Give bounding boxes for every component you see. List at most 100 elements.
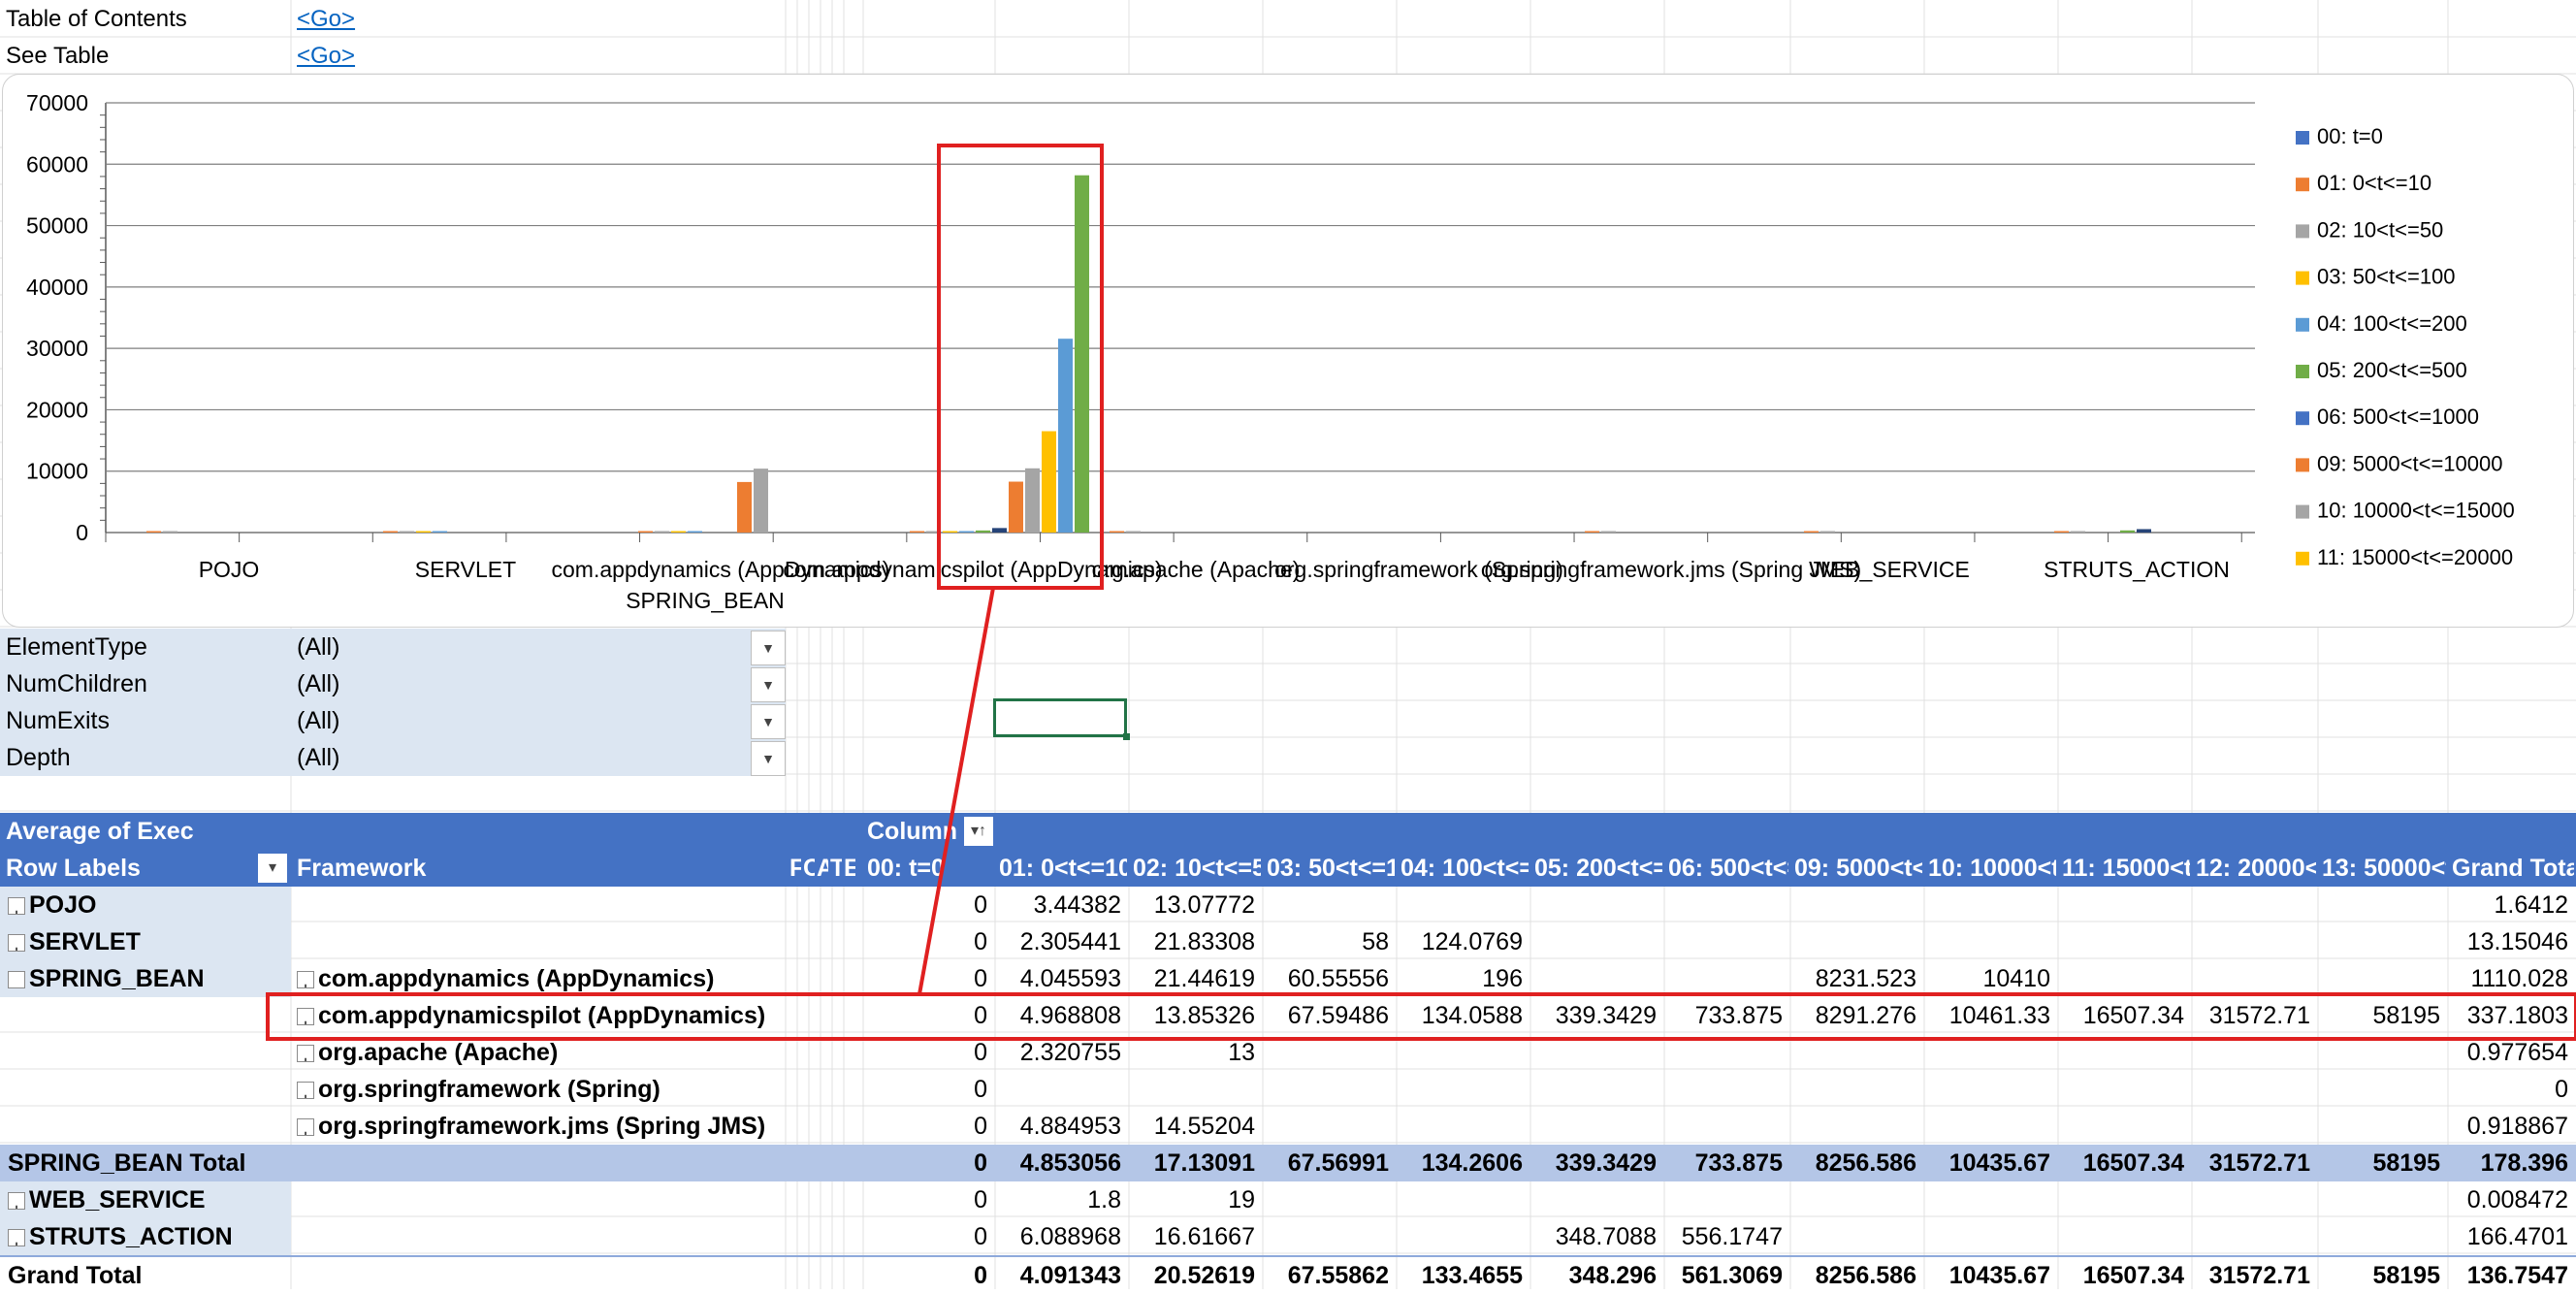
see-table-go-link[interactable]: <Go> (297, 38, 355, 75)
bar[interactable] (992, 528, 1007, 533)
column-header[interactable]: 02: 10<t<=50 (1133, 850, 1261, 887)
bar[interactable] (2137, 529, 2151, 533)
filter-dropdown-button[interactable]: ▼ (751, 704, 786, 739)
bar[interactable] (1585, 531, 1599, 534)
legend-entry[interactable]: 06: 500<t<=1000 (2317, 404, 2479, 429)
row-label[interactable]: SPRING_BEAN Total (0, 1145, 291, 1181)
chart-area[interactable]: 0 10000 20000 30000 40000 50000 60000 70000 POJO… (2, 74, 2574, 628)
bar[interactable] (655, 531, 669, 534)
expand-icon[interactable]: + (297, 971, 314, 989)
bar[interactable] (1009, 481, 1023, 533)
bar[interactable] (1804, 531, 1819, 534)
column-header[interactable]: 11: 15000<t<=20000 (2062, 850, 2190, 887)
value-cell: 8231.523 (1815, 965, 1916, 992)
expand-icon[interactable]: + (297, 1045, 314, 1063)
bar[interactable] (433, 531, 447, 534)
pivot-value-field[interactable]: Average of Exec (6, 813, 287, 850)
bar[interactable] (2054, 531, 2069, 534)
bar[interactable] (416, 531, 431, 534)
row-label[interactable]: +STRUTS_ACTION (0, 1218, 291, 1255)
column-header[interactable]: 06: 500<t<=1000 (1668, 850, 1788, 887)
expand-icon[interactable]: + (8, 934, 25, 953)
filter-dropdown-button[interactable]: ▼ (751, 667, 786, 702)
row-label[interactable]: Grand Total (0, 1257, 291, 1294)
bar[interactable] (688, 531, 702, 534)
column-header[interactable]: 03: 50<t<=100 (1267, 850, 1395, 887)
filter-label: ElementType (6, 633, 147, 661)
framework-label[interactable]: +com.appdynamics (AppDynamics) (297, 960, 782, 997)
column-header[interactable]: 00: t=0 (867, 850, 993, 887)
legend-entry[interactable]: 00: t=0 (2317, 124, 2383, 148)
column-header[interactable]: 12: 20000<t<=50000 (2196, 850, 2316, 887)
column-header[interactable]: 04: 100<t<=200 (1401, 850, 1529, 887)
expand-icon[interactable]: + (297, 1118, 314, 1137)
bar[interactable] (1126, 531, 1141, 534)
bar[interactable] (400, 531, 414, 534)
column-header[interactable]: 09: 5000<t<=10000 (1794, 850, 1922, 887)
bar[interactable] (1110, 531, 1124, 534)
expand-icon[interactable]: + (8, 1229, 25, 1247)
value-cell: 0 (974, 1039, 987, 1066)
bar[interactable] (959, 531, 974, 534)
value-cell: 2.320755 (1019, 1039, 1121, 1066)
bar[interactable] (2071, 531, 2085, 534)
column-header[interactable]: 13: 50000<t (2322, 850, 2446, 887)
framework-label[interactable]: +com.appdynamicspilot (AppDynamics) (297, 997, 782, 1034)
column-header[interactable]: 05: 200<t<=500 (1534, 850, 1662, 887)
bar[interactable] (671, 531, 686, 534)
legend-entry[interactable]: 02: 10<t<=50 (2317, 217, 2443, 242)
filter-dropdown-button[interactable]: ▼ (751, 741, 786, 776)
framework-label[interactable]: +org.springframework (Spring) (297, 1071, 782, 1108)
column-header[interactable]: 10: 10000<t<=15000 (1928, 850, 2056, 887)
toc-go-link[interactable]: <Go> (297, 1, 355, 38)
row-label[interactable]: +SERVLET (0, 923, 291, 960)
row-label[interactable]: +WEB_SERVICE (0, 1181, 291, 1218)
pivot-header-row-2: Row Labels ▾ Framework F C A T E 00: t=0 01: 0<t<… (0, 850, 2576, 887)
legend-entry[interactable]: 03: 50<t<=100 (2317, 265, 2456, 289)
bar[interactable] (754, 469, 768, 533)
expand-icon[interactable]: + (297, 1082, 314, 1100)
value-cell: 31572.71 (2208, 1262, 2310, 1289)
bar[interactable] (910, 531, 924, 534)
row-label[interactable]: −SPRING_BEAN (0, 960, 291, 997)
bar[interactable] (943, 531, 957, 534)
bar[interactable] (1058, 339, 1073, 533)
selected-cell[interactable] (993, 698, 1127, 737)
bar[interactable] (163, 531, 177, 534)
legend-entry[interactable]: 04: 100<t<=200 (2317, 311, 2467, 336)
value-cell: 0 (974, 1262, 987, 1289)
expand-icon[interactable]: + (297, 1008, 314, 1026)
expand-icon[interactable]: + (8, 1192, 25, 1211)
bar[interactable] (383, 531, 398, 534)
bar[interactable] (638, 531, 653, 534)
bar[interactable] (2120, 530, 2135, 533)
column-header[interactable]: Grand Total (2452, 850, 2574, 887)
framework-label[interactable]: +org.apache (Apache) (297, 1034, 782, 1071)
bar[interactable] (926, 531, 941, 534)
row-label[interactable]: +POJO (0, 887, 291, 923)
row-filter-button[interactable]: ▾ (258, 854, 287, 883)
legend-entry[interactable]: 09: 5000<t<=10000 (2317, 451, 2502, 475)
legend-entry[interactable]: 05: 200<t<=500 (2317, 358, 2467, 382)
column-header[interactable]: 01: 0<t<=10 (999, 850, 1127, 887)
bar[interactable] (146, 531, 161, 534)
legend-entry[interactable]: 01: 0<t<=10 (2317, 171, 2431, 195)
column-filter-button[interactable]: ▾↑ (964, 817, 993, 846)
filter-dropdown-button[interactable]: ▼ (751, 631, 786, 665)
fill-handle[interactable] (1123, 733, 1130, 740)
framework-label[interactable]: +org.springframework.jms (Spring JMS) (297, 1108, 782, 1145)
collapsed-column-header: A (817, 855, 828, 882)
bar[interactable] (1025, 468, 1040, 533)
bar[interactable] (1601, 531, 1616, 534)
collapsed-column-header: E (844, 855, 855, 882)
value-cell: 19 (1228, 1186, 1255, 1213)
bar[interactable] (1820, 531, 1835, 534)
expand-icon[interactable]: + (8, 897, 25, 916)
bar[interactable] (1042, 431, 1056, 533)
collapse-icon[interactable]: − (8, 971, 25, 989)
legend-entry[interactable]: 10: 10000<t<=15000 (2317, 499, 2515, 523)
bar[interactable] (976, 530, 990, 533)
bar[interactable] (1075, 175, 1089, 533)
bar[interactable] (737, 481, 752, 533)
legend-entry[interactable]: 11: 15000<t<=20000 (2317, 545, 2513, 569)
